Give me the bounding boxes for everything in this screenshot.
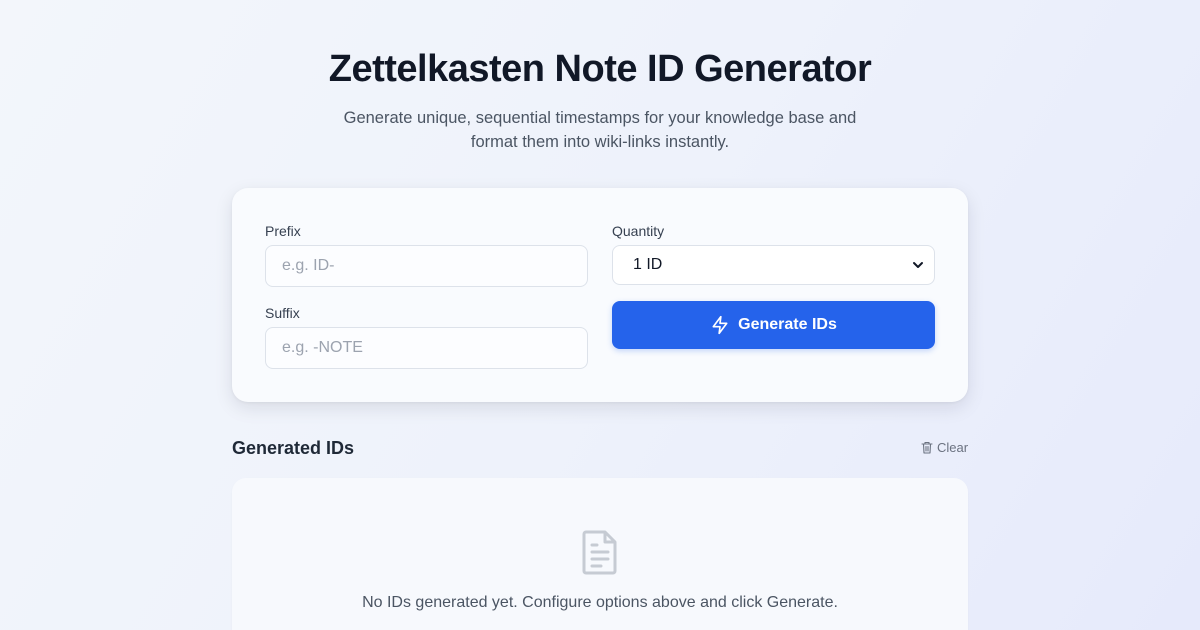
quantity-selected-value: 1 ID <box>633 256 663 273</box>
clear-button[interactable]: Clear <box>921 440 968 455</box>
document-icon <box>582 530 617 575</box>
quantity-select[interactable]: 1 ID <box>612 245 935 285</box>
page-subtitle: Generate unique, sequential timestamps f… <box>343 109 857 151</box>
page-header: Zettelkasten Note ID Generator Generate … <box>0 48 1200 154</box>
lightning-icon <box>712 315 728 335</box>
suffix-label: Suffix <box>265 305 300 321</box>
quantity-label: Quantity <box>612 223 665 239</box>
page-title: Zettelkasten Note ID Generator <box>328 48 872 90</box>
generate-button-label: Generate IDs <box>738 316 837 333</box>
suffix-input[interactable] <box>265 327 588 369</box>
results-panel: No IDs generated yet. Configure options … <box>232 478 968 630</box>
prefix-input[interactable] <box>265 245 588 287</box>
generate-button[interactable]: Generate IDs <box>612 301 935 349</box>
empty-state-message: No IDs generated yet. Configure options … <box>362 594 838 611</box>
chevron-down-icon <box>913 262 923 268</box>
prefix-label: Prefix <box>265 223 301 239</box>
results-title: Generated IDs <box>232 438 355 458</box>
trash-icon <box>921 441 933 454</box>
clear-label: Clear <box>937 440 969 455</box>
options-card: Prefix Suffix Quantity 1 ID Generate IDs <box>232 188 968 402</box>
